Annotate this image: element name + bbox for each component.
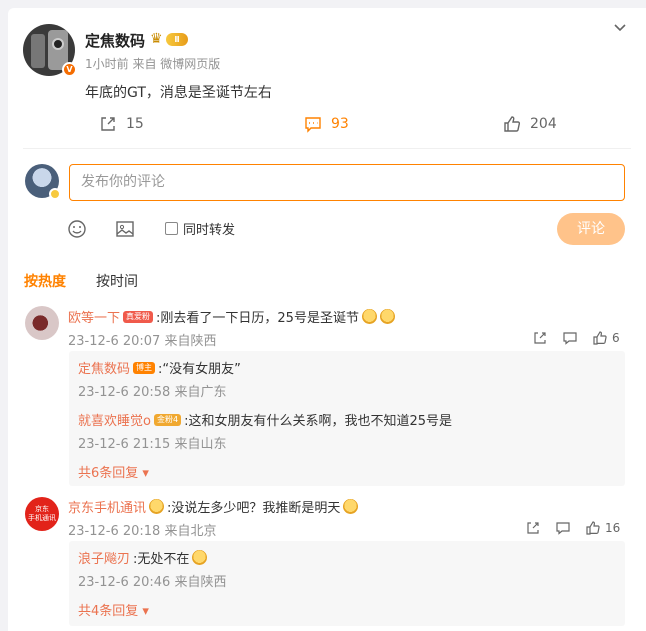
author-name[interactable]: 定焦数码	[85, 30, 145, 51]
reply-text: :无处不在	[133, 552, 190, 567]
tab-hot[interactable]: 按热度	[24, 271, 66, 291]
more-replies-label: 共4条回复	[78, 604, 139, 619]
emoji-icon	[361, 309, 377, 324]
emoji-icon[interactable]	[66, 218, 88, 240]
emoji-icon	[149, 499, 165, 514]
replier-name[interactable]: 定焦数码	[78, 358, 130, 377]
thumbs-up-icon	[593, 331, 607, 345]
current-user-avatar	[25, 164, 61, 200]
reply-time: 23-12-6 21:15 来自山东	[78, 437, 227, 452]
replier-name[interactable]: 浪子飚刃	[78, 548, 130, 567]
tab-time[interactable]: 按时间	[96, 271, 138, 291]
comment-like-button[interactable]: 16	[585, 520, 620, 536]
comment-time: 23-12-6 20:18 来自北京	[68, 524, 217, 539]
emoji-icon	[343, 499, 359, 514]
comment-actions: 16	[525, 520, 620, 536]
weibo-post-card: V 定焦数码 ♛ Ⅱ 1小时前 来自 微博网页版 年底的GT，消息是圣诞节左右 …	[8, 8, 646, 631]
emoji-icon	[192, 550, 208, 565]
submit-comment-button[interactable]: 评论	[557, 213, 625, 245]
comment-icon[interactable]	[562, 330, 578, 346]
verified-badge-icon: V	[62, 62, 77, 77]
more-replies-link[interactable]: 共4条回复 ▾	[78, 600, 149, 619]
comment-button[interactable]: 93	[303, 114, 349, 134]
fan-badge: 真爱粉	[123, 310, 154, 323]
comment-line: 欧等一下 真爱粉 :刚去看了一下日历，25号是圣诞节	[68, 307, 395, 326]
reply-text: :这和女朋友有什么关系啊，我也不知道25号是	[184, 414, 452, 429]
commenter-avatar[interactable]: 京东 手机通讯	[25, 497, 59, 531]
divider	[23, 148, 631, 149]
more-replies-label: 共6条回复	[78, 466, 139, 481]
comment-input[interactable]: 发布你的评论	[69, 164, 625, 201]
replier-name[interactable]: 就喜欢睡觉o	[78, 410, 151, 429]
comment-like-button[interactable]: 6	[592, 330, 620, 346]
repost-checkbox-label: 同时转发	[183, 223, 236, 238]
commenter-name[interactable]: 京东手机通讯	[68, 497, 146, 516]
reply-line: 就喜欢睡觉o 金粉4 :这和女朋友有什么关系啊，我也不知道25号是	[78, 410, 452, 429]
comment-like-count: 6	[612, 331, 620, 345]
repost-count: 15	[126, 116, 144, 132]
post-meta: 1小时前 来自 微博网页版	[85, 57, 221, 71]
reply-text: :“没有女朋友”	[158, 362, 241, 377]
fan-badge: 金粉4	[153, 413, 182, 426]
post-text: 年底的GT，消息是圣诞节左右	[85, 85, 272, 101]
chevron-down-icon[interactable]	[612, 20, 628, 41]
commenter-avatar[interactable]	[25, 306, 59, 340]
repost-button[interactable]: 15	[98, 114, 144, 134]
repost-checkbox[interactable]	[165, 222, 178, 235]
level-badge: Ⅱ	[166, 33, 188, 46]
more-replies-link[interactable]: 共6条回复 ▾	[78, 462, 149, 481]
comment-actions: 6	[532, 330, 620, 346]
share-icon[interactable]	[525, 520, 541, 536]
comment-icon	[305, 117, 321, 133]
reply-time: 23-12-6 20:58 来自广东	[78, 385, 227, 400]
commenter-name[interactable]: 欧等一下	[68, 307, 120, 326]
like-count: 204	[530, 116, 557, 132]
comment-like-count: 16	[605, 521, 621, 535]
reply-line: 浪子飚刃 :无处不在	[78, 548, 208, 567]
crown-icon: ♛	[150, 31, 163, 47]
comment-text: :刚去看了一下日历，25号是圣诞节	[156, 311, 359, 326]
emoji-icon	[379, 309, 395, 324]
comment-icon[interactable]	[555, 520, 571, 536]
share-icon[interactable]	[532, 330, 548, 346]
comment-text: :没说左多少吧？我推断是明天	[167, 501, 341, 516]
thumbs-up-icon	[586, 521, 600, 535]
comment-time: 23-12-6 20:07 来自陕西	[68, 334, 217, 349]
thumbs-up-icon	[504, 116, 521, 132]
reply-line: 定焦数码 博主 :“没有女朋友”	[78, 358, 241, 377]
comment-count: 93	[331, 116, 349, 132]
share-icon	[101, 117, 115, 131]
comment-line: 京东手机通讯 :没说左多少吧？我推断是明天	[68, 497, 359, 516]
like-button[interactable]: 204	[502, 114, 557, 134]
image-icon[interactable]	[114, 218, 136, 240]
reply-time: 23-12-6 20:46 来自陕西	[78, 575, 227, 590]
author-badge: 博主	[133, 361, 156, 374]
